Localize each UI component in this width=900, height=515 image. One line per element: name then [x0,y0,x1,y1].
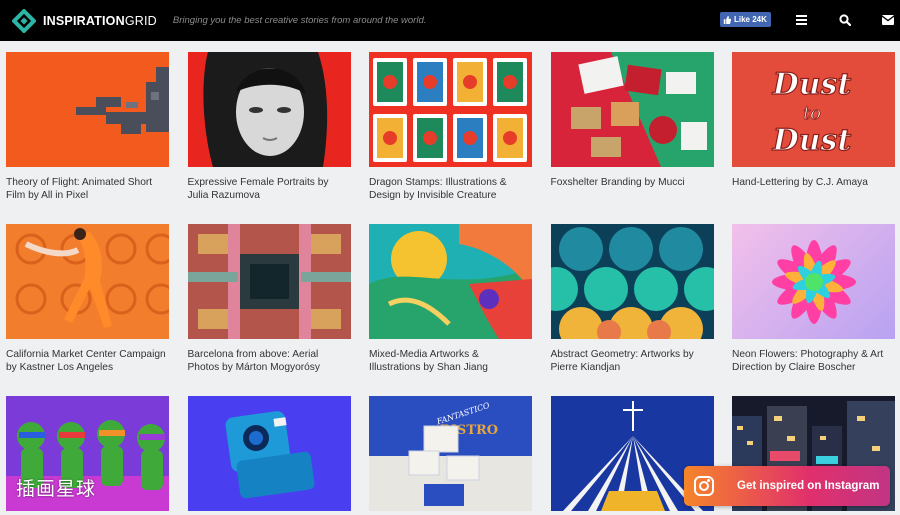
logo-icon [11,7,37,34]
svg-text:to: to [803,103,821,124]
article-title[interactable]: Mixed-Media Artworks & Illustrations by … [369,348,529,374]
mail-icon[interactable] [878,11,898,29]
article-title[interactable]: Hand-Lettering by C.J. Amaya [732,176,892,189]
article-card[interactable]: Expressive Female Portraits by Julia Raz… [187,52,351,202]
article-title[interactable]: California Market Center Campaign by Kas… [6,348,166,374]
svg-text:Dust: Dust [772,123,852,158]
article-card[interactable]: Mixed-Media Artworks & Illustrations by … [369,224,532,374]
article-card[interactable]: Barcelona from above: Aerial Photos by M… [187,224,351,374]
article-title[interactable]: Barcelona from above: Aerial Photos by M… [188,348,348,374]
instagram-icon [694,476,714,496]
article-title[interactable]: Expressive Female Portraits by Julia Raz… [188,176,348,202]
article-card[interactable]: Theory of Flight: Animated Short Film by… [6,52,169,202]
article-card[interactable]: Foxshelter Branding by Mucci [550,52,714,189]
article-thumbnail[interactable] [550,224,714,339]
article-card[interactable]: Dragon Stamps: Illustrations & Design by… [369,52,532,202]
menu-icon[interactable] [791,11,811,29]
article-card[interactable]: California Market Center Campaign by Kas… [6,224,169,374]
article-thumbnail[interactable] [187,52,351,167]
article-thumbnail[interactable]: FANTASTICO BISTRO [369,396,532,511]
article-thumbnail[interactable] [187,224,351,339]
article-thumbnail[interactable] [732,224,895,339]
svg-text:Dust: Dust [772,67,852,102]
article-card[interactable]: Dust to Dust Hand-Lettering by C.J. Amay… [732,52,895,189]
article-thumbnail[interactable] [550,52,714,167]
article-card[interactable]: Neon Flowers: Photography & Art Directio… [732,224,895,374]
article-title[interactable]: Foxshelter Branding by Mucci [551,176,711,189]
instagram-cta-button[interactable]: Get inspired on Instagram [684,466,890,506]
article-title[interactable]: Theory of Flight: Animated Short Film by… [6,176,166,202]
article-thumbnail[interactable] [369,224,532,339]
facebook-like-label: Like 24K [734,15,767,24]
article-title[interactable]: Neon Flowers: Photography & Art Directio… [732,348,892,374]
site-tagline: Bringing you the best creative stories f… [172,15,427,26]
article-card[interactable]: Abstract Geometry: Artworks by Pierre Ki… [550,224,714,374]
article-thumbnail[interactable] [6,52,169,167]
article-thumbnail[interactable] [187,396,351,511]
brand-name: INSPIRATIONGRID [43,13,157,28]
article-thumbnail[interactable]: Dust to Dust [732,52,895,167]
article-card[interactable] [187,396,351,511]
article-thumbnail[interactable] [369,52,532,167]
watermark-text: 插画星球 [16,478,97,500]
facebook-like-button[interactable]: Like 24K [720,12,771,27]
instagram-cta-label: Get inspired on Instagram [737,480,880,492]
top-navigation-bar: INSPIRATIONGRID Bringing you the best cr… [0,0,900,41]
article-title[interactable]: Abstract Geometry: Artworks by Pierre Ki… [551,348,711,374]
thumbs-up-icon [723,15,731,24]
article-thumbnail[interactable] [6,224,169,339]
article-card[interactable]: FANTASTICO BISTRO [369,396,532,511]
search-icon[interactable] [835,11,855,29]
site-logo[interactable]: INSPIRATIONGRID [11,7,157,34]
article-title[interactable]: Dragon Stamps: Illustrations & Design by… [369,176,529,202]
